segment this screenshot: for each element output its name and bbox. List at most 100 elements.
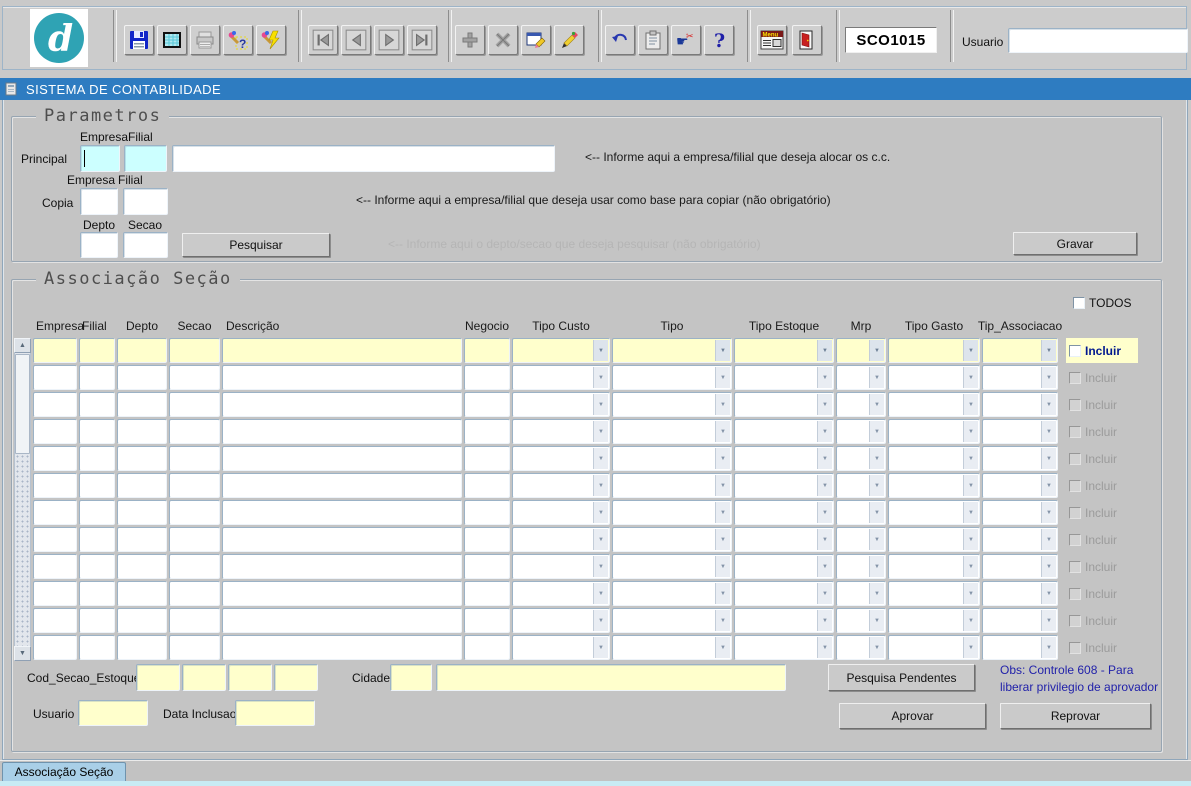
dropdown-arrow-icon[interactable]: ▼ [1041,421,1056,442]
dropdown-arrow-icon[interactable]: ▼ [715,367,730,388]
cell-tipo[interactable]: ▼ [612,392,732,417]
dropdown-arrow-icon[interactable]: ▼ [963,448,978,469]
cell-secao[interactable] [169,581,220,606]
dropdown-arrow-icon[interactable]: ▼ [963,475,978,496]
cell-empresa[interactable] [33,473,77,498]
cell-filial[interactable] [79,338,115,363]
clipboard-button[interactable] [638,25,668,55]
cell-secao[interactable] [169,500,220,525]
scroll-down-button[interactable]: ▼ [14,646,31,661]
print-button[interactable] [190,25,220,55]
dropdown-arrow-icon[interactable]: ▼ [817,637,832,658]
cell-tipo[interactable]: ▼ [612,500,732,525]
previous-record-button[interactable] [341,25,371,55]
cell-filial[interactable] [79,473,115,498]
cell-tip-associacao[interactable]: ▼ [982,527,1058,552]
screen-button[interactable] [157,25,187,55]
cell-negocio[interactable] [464,473,510,498]
dropdown-arrow-icon[interactable]: ▼ [715,394,730,415]
exit-button[interactable] [792,25,822,55]
cell-depto[interactable] [117,419,167,444]
cell-tipo-gasto[interactable]: ▼ [888,392,980,417]
cell-tipo-gasto[interactable]: ▼ [888,419,980,444]
save-button[interactable] [124,25,154,55]
cell-tip-associacao[interactable]: ▼ [982,500,1058,525]
cell-tipo[interactable]: ▼ [612,608,732,633]
cell-empresa[interactable] [33,554,77,579]
dropdown-arrow-icon[interactable]: ▼ [715,610,730,631]
dropdown-arrow-icon[interactable]: ▼ [869,367,884,388]
cell-filial[interactable] [79,500,115,525]
incluir-checkbox[interactable] [1069,507,1081,519]
dropdown-arrow-icon[interactable]: ▼ [817,475,832,496]
cell-tip-associacao[interactable]: ▼ [982,392,1058,417]
enter-query-button[interactable]: ? [223,25,253,55]
cell-mrp[interactable]: ▼ [836,635,886,660]
cell-tipo[interactable]: ▼ [612,446,732,471]
cell-filial[interactable] [79,581,115,606]
cell-depto[interactable] [117,338,167,363]
cell-empresa[interactable] [33,419,77,444]
dropdown-arrow-icon[interactable]: ▼ [817,610,832,631]
cell-tipo-custo[interactable]: ▼ [512,635,610,660]
cell-filial[interactable] [79,635,115,660]
dropdown-arrow-icon[interactable]: ▼ [1041,556,1056,577]
cell-tipo-gasto[interactable]: ▼ [888,608,980,633]
dropdown-arrow-icon[interactable]: ▼ [1041,502,1056,523]
cell-negocio[interactable] [464,581,510,606]
dropdown-arrow-icon[interactable]: ▼ [869,394,884,415]
dropdown-arrow-icon[interactable]: ▼ [963,637,978,658]
cell-mrp[interactable]: ▼ [836,581,886,606]
cell-tipo-custo[interactable]: ▼ [512,419,610,444]
data-inclusao-field[interactable] [235,700,315,726]
cell-mrp[interactable]: ▼ [836,527,886,552]
cell-tipo[interactable]: ▼ [612,338,732,363]
cell-depto[interactable] [117,581,167,606]
cell-depto[interactable] [117,473,167,498]
dropdown-arrow-icon[interactable]: ▼ [593,394,608,415]
dropdown-arrow-icon[interactable]: ▼ [593,475,608,496]
dropdown-arrow-icon[interactable]: ▼ [593,610,608,631]
cell-filial[interactable] [79,554,115,579]
cell-depto[interactable] [117,365,167,390]
cell-tipo-custo[interactable]: ▼ [512,473,610,498]
cell-tipo[interactable]: ▼ [612,419,732,444]
cell-tip-associacao[interactable]: ▼ [982,365,1058,390]
cell-descricao[interactable] [222,446,462,471]
cell-tipo[interactable]: ▼ [612,365,732,390]
cell-empresa[interactable] [33,365,77,390]
cell-tipo-estoque[interactable]: ▼ [734,608,834,633]
scrollbar-thumb[interactable] [15,354,30,454]
dropdown-arrow-icon[interactable]: ▼ [869,637,884,658]
secao-field[interactable] [123,232,168,258]
cell-depto[interactable] [117,446,167,471]
dropdown-arrow-icon[interactable]: ▼ [963,502,978,523]
dropdown-arrow-icon[interactable]: ▼ [869,610,884,631]
cell-mrp[interactable]: ▼ [836,554,886,579]
dropdown-arrow-icon[interactable]: ▼ [715,556,730,577]
dropdown-arrow-icon[interactable]: ▼ [817,583,832,604]
cell-tipo-gasto[interactable]: ▼ [888,338,980,363]
cell-depto[interactable] [117,527,167,552]
dropdown-arrow-icon[interactable]: ▼ [869,448,884,469]
dropdown-arrow-icon[interactable]: ▼ [715,448,730,469]
dropdown-arrow-icon[interactable]: ▼ [715,502,730,523]
cell-tipo-estoque[interactable]: ▼ [734,635,834,660]
cell-tipo-custo[interactable]: ▼ [512,554,610,579]
incluir-checkbox[interactable] [1069,399,1081,411]
dropdown-arrow-icon[interactable]: ▼ [715,583,730,604]
incluir-checkbox[interactable] [1069,588,1081,600]
dropdown-arrow-icon[interactable]: ▼ [593,637,608,658]
principal-descricao-field[interactable] [172,145,555,172]
cell-negocio[interactable] [464,554,510,579]
cell-tip-associacao[interactable]: ▼ [982,473,1058,498]
cell-mrp[interactable]: ▼ [836,419,886,444]
cell-tipo-custo[interactable]: ▼ [512,365,610,390]
dropdown-arrow-icon[interactable]: ▼ [869,583,884,604]
dropdown-arrow-icon[interactable]: ▼ [1041,367,1056,388]
cell-tipo-estoque[interactable]: ▼ [734,419,834,444]
cell-empresa[interactable] [33,392,77,417]
undo-button[interactable] [605,25,635,55]
dropdown-arrow-icon[interactable]: ▼ [593,556,608,577]
aprovar-button[interactable]: Aprovar [839,703,986,729]
